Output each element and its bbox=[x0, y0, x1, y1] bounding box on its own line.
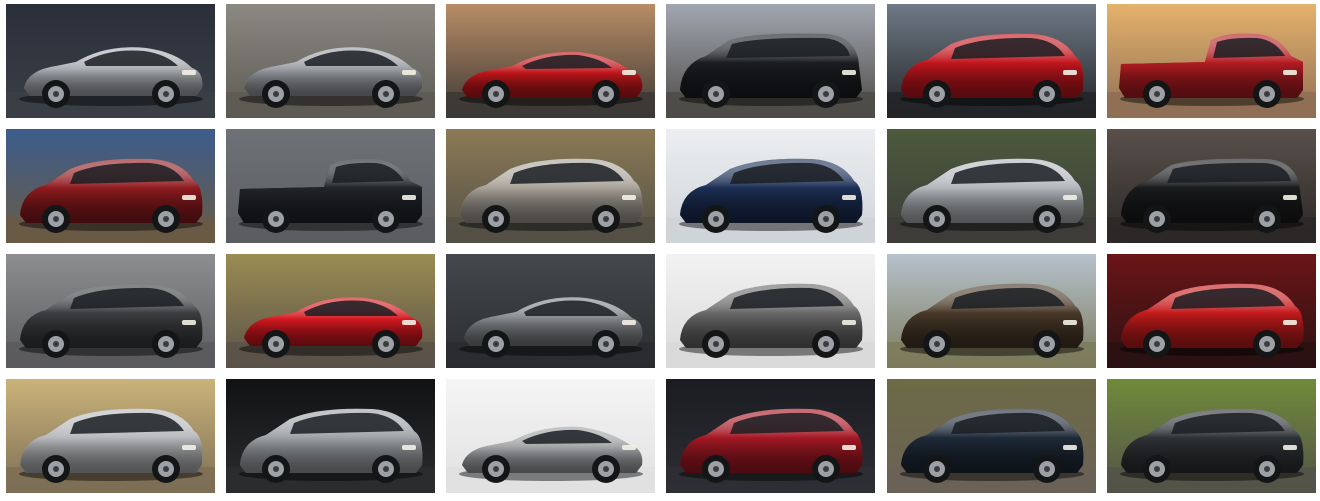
car-photo-image bbox=[887, 4, 1096, 118]
car-photo-dark-crossover bbox=[6, 254, 215, 368]
car-photo-image bbox=[1107, 129, 1316, 243]
car-photo-red-luxury-suv bbox=[666, 379, 875, 493]
car-photo-silver-suv bbox=[887, 129, 1096, 243]
car-photo-image bbox=[226, 379, 435, 493]
car-photo-gray-suv bbox=[666, 254, 875, 368]
car-photo-image bbox=[1107, 379, 1316, 493]
car-photo-image bbox=[887, 379, 1096, 493]
car-photo-dark-blue-suv bbox=[887, 379, 1096, 493]
car-photo-red-suv bbox=[887, 4, 1096, 118]
car-photo-dark-luxury-suv bbox=[1107, 379, 1316, 493]
car-photo-silver-suv bbox=[226, 379, 435, 493]
car-photo-silver-crossover bbox=[6, 379, 215, 493]
car-photo-image bbox=[1107, 254, 1316, 368]
car-photo-red-crossover bbox=[1107, 254, 1316, 368]
car-photo-silver-luxury-suv bbox=[446, 129, 655, 243]
car-photo-brown-suv bbox=[887, 254, 1096, 368]
car-photo-image bbox=[887, 254, 1096, 368]
car-photo-image bbox=[6, 379, 215, 493]
car-photo-image bbox=[1107, 4, 1316, 118]
car-photo-black-pickup-truck bbox=[226, 129, 435, 243]
car-photo-silver-sedan bbox=[6, 4, 215, 118]
car-photo-grid bbox=[0, 0, 1320, 501]
car-photo-red-white-suv bbox=[6, 129, 215, 243]
car-photo-red-muscle-car bbox=[446, 4, 655, 118]
car-photo-image bbox=[666, 4, 875, 118]
car-photo-red-pickup-truck bbox=[1107, 4, 1316, 118]
car-photo-black-minivan bbox=[666, 4, 875, 118]
car-photo-image bbox=[226, 4, 435, 118]
car-photo-image bbox=[446, 129, 655, 243]
car-photo-image bbox=[446, 4, 655, 118]
car-photo-silver-luxury-sedan bbox=[446, 254, 655, 368]
car-photo-image bbox=[887, 129, 1096, 243]
car-photo-image bbox=[6, 4, 215, 118]
car-photo-silver-sports-coupe bbox=[446, 379, 655, 493]
car-photo-blue-suv bbox=[666, 129, 875, 243]
car-photo-image bbox=[446, 379, 655, 493]
car-photo-image bbox=[6, 129, 215, 243]
car-photo-image bbox=[666, 129, 875, 243]
car-photo-red-sedan bbox=[226, 254, 435, 368]
car-photo-image bbox=[666, 379, 875, 493]
car-photo-silver-sedan bbox=[226, 4, 435, 118]
car-photo-image bbox=[226, 129, 435, 243]
car-photo-image bbox=[6, 254, 215, 368]
car-photo-image bbox=[666, 254, 875, 368]
car-photo-image bbox=[226, 254, 435, 368]
car-photo-image bbox=[446, 254, 655, 368]
car-photo-black-minivan bbox=[1107, 129, 1316, 243]
